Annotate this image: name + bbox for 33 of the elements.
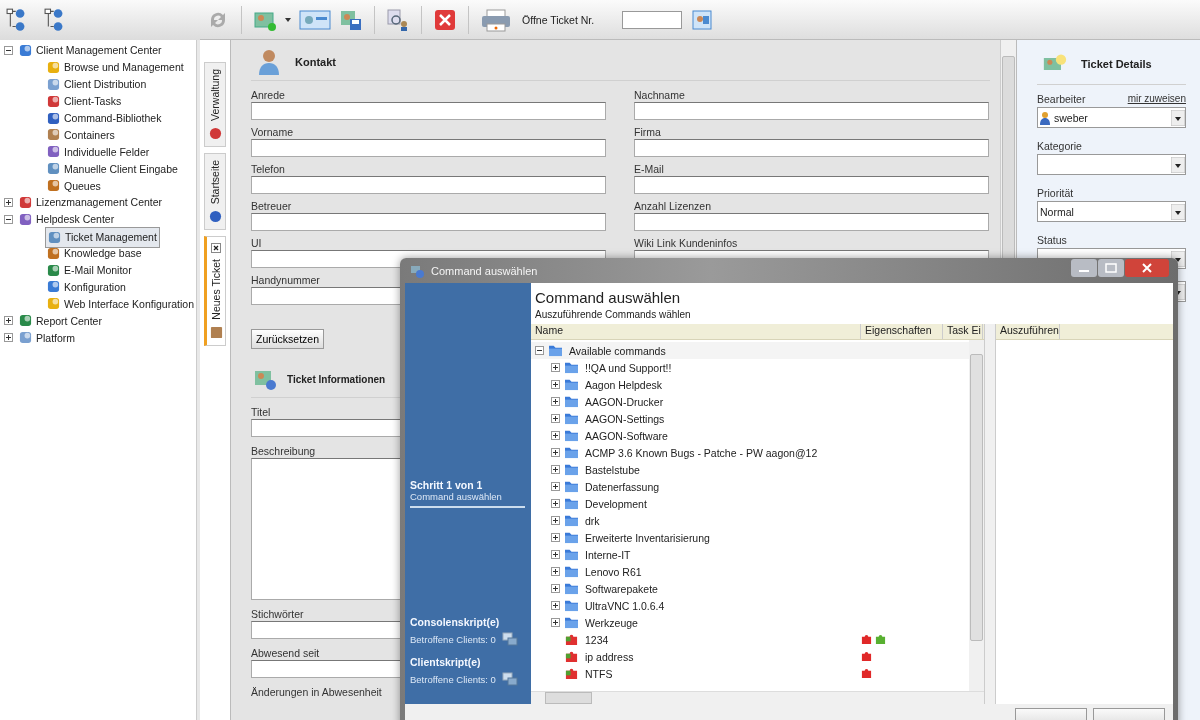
field-label: Firma [634, 126, 661, 138]
field-label: Nachname [634, 89, 685, 101]
field-label: Bearbeiter [1037, 93, 1086, 105]
field-label: Stichwörter [251, 608, 304, 620]
script-title: Clientskript(e) [410, 656, 482, 668]
dialog-heading: Command auswählen [535, 289, 682, 306]
field-label: Priorität [1037, 187, 1074, 199]
field-label: Status [1037, 234, 1067, 246]
field-label: Änderungen in Abwesenheit [251, 686, 382, 698]
client-count: Betroffene Clients: 0 [410, 673, 496, 685]
field-label: Titel [251, 406, 271, 418]
field-label: Abwesend seit [251, 647, 320, 659]
field-label: Betreuer [251, 200, 292, 212]
field-label: Kategorie [1037, 140, 1082, 152]
section-title: Ticket Details [1081, 58, 1152, 70]
ticket-number-label: Öffne Ticket Nr. [522, 13, 596, 26]
field-label: Beschreibung [251, 445, 316, 457]
section-title: Ticket Informationen [287, 373, 386, 385]
client-count: Betroffene Clients: 0 [410, 633, 496, 645]
field-label: Telefon [251, 163, 285, 175]
field-label: UI [251, 237, 262, 249]
step-subtitle: Command auswählen [410, 491, 503, 502]
step-title: Schritt 1 von 1 [410, 479, 484, 491]
window-title: Command auswählen [431, 264, 539, 277]
field-label: Vorname [251, 126, 294, 138]
section-title: Kontakt [295, 56, 336, 68]
field-label: Anzahl Lizenzen [634, 200, 712, 212]
script-title: Consolenskript(e) [410, 616, 501, 628]
field-label: Anrede [251, 89, 285, 101]
dialog-subheading: Auszuführende Commands wählen [535, 309, 692, 320]
field-label: Handynummer [251, 274, 320, 286]
field-label: E-Mail [634, 163, 664, 175]
field-label: Wiki Link Kundeninfos [634, 237, 738, 249]
